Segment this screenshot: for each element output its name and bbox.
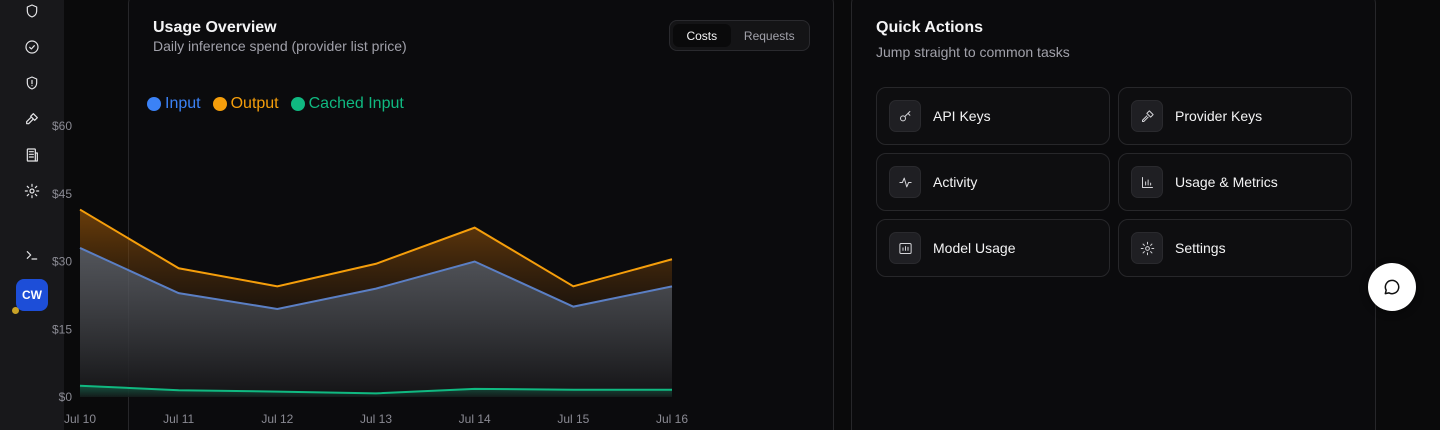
provider-keys-label: Provider Keys bbox=[1175, 108, 1263, 124]
requests-tab[interactable]: Requests bbox=[733, 24, 806, 47]
x-tick-label: Jul 14 bbox=[459, 412, 491, 426]
y-tick-label: $15 bbox=[52, 322, 72, 336]
y-tick-label: $60 bbox=[52, 119, 72, 133]
usage-metrics-button[interactable]: Usage & Metrics bbox=[1118, 153, 1352, 211]
x-tick-label: Jul 15 bbox=[557, 412, 589, 426]
quick-actions-card: Quick Actions Jump straight to common ta… bbox=[851, 0, 1376, 430]
usage-chart: $0 $15 $30 $45 $60 Jul 10 Jul 11 Jul 12 Jul 13 Ju… bbox=[52, 119, 688, 426]
x-tick-label: Jul 13 bbox=[360, 412, 392, 426]
activity-button[interactable]: Activity bbox=[876, 153, 1110, 211]
wrench-key-icon bbox=[1131, 100, 1163, 132]
quick-actions-title: Quick Actions bbox=[876, 19, 983, 36]
usage-overview-card: Usage Overview Daily inference spend (pr… bbox=[52, 0, 834, 430]
api-keys-label: API Keys bbox=[933, 108, 991, 124]
chat-bubble-icon bbox=[1384, 279, 1400, 295]
model-usage-icon bbox=[889, 232, 921, 264]
settings-button[interactable]: Settings bbox=[1118, 219, 1352, 277]
activity-icon bbox=[889, 166, 921, 198]
y-tick-label: $0 bbox=[59, 390, 73, 404]
x-tick-label: Jul 12 bbox=[261, 412, 293, 426]
key-icon bbox=[889, 100, 921, 132]
model-usage-label: Model Usage bbox=[933, 240, 1016, 256]
gear-icon bbox=[1131, 232, 1163, 264]
provider-keys-button[interactable]: Provider Keys bbox=[1118, 87, 1352, 145]
x-tick-label: Jul 11 bbox=[163, 412, 194, 426]
quick-actions-subtitle: Jump straight to common tasks bbox=[876, 44, 1070, 60]
x-tick-label: Jul 10 bbox=[64, 412, 96, 426]
usage-metrics-label: Usage & Metrics bbox=[1175, 174, 1278, 190]
bar-chart-icon bbox=[1131, 166, 1163, 198]
chat-button[interactable] bbox=[1368, 263, 1416, 311]
api-keys-button[interactable]: API Keys bbox=[876, 87, 1110, 145]
model-usage-button[interactable]: Model Usage bbox=[876, 219, 1110, 277]
settings-label: Settings bbox=[1175, 240, 1226, 256]
y-tick-label: $45 bbox=[52, 187, 72, 201]
y-tick-label: $30 bbox=[52, 255, 72, 269]
x-tick-label: Jul 16 bbox=[656, 412, 688, 426]
activity-label: Activity bbox=[933, 174, 978, 190]
